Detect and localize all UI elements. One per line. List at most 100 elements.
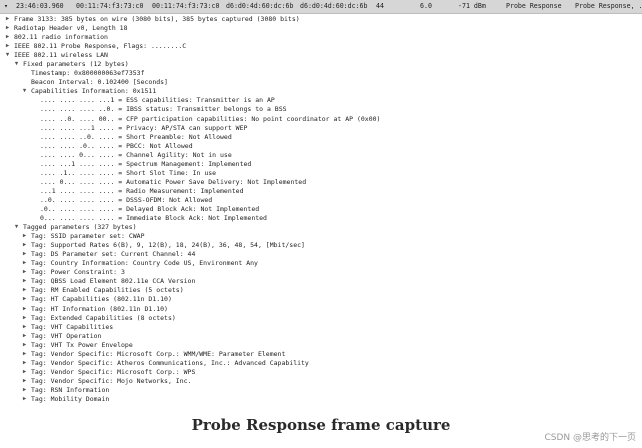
tree-row[interactable]: ▼ Tagged parameters (327 bytes) bbox=[0, 223, 642, 232]
expand-arrow-icon[interactable]: ▶ bbox=[21, 386, 28, 395]
expand-arrow-icon[interactable]: ▶ bbox=[21, 350, 28, 359]
tree-row[interactable]: ▶ Tag: HT Capabilities (802.11n D1.10) bbox=[0, 295, 642, 304]
tree-row[interactable]: ▶ Tag: Vendor Specific: Mojo Networks, In… bbox=[0, 377, 642, 386]
tree-row-label: Tag: Vendor Specific: Microsoft Corp.: W… bbox=[31, 349, 286, 358]
expand-arrow-icon[interactable]: ▶ bbox=[21, 305, 28, 314]
tree-row[interactable]: ▼ IEEE 802.11 wireless LAN bbox=[0, 51, 642, 60]
tree-row[interactable]: ▼ Capabilities Information: 0x1511 bbox=[0, 87, 642, 96]
tree-row[interactable]: ▶ Tag: Vendor Specific: Atheros Communica… bbox=[0, 359, 642, 368]
tree-row-label: .0.. .... .... .... = Delayed Block Ack:… bbox=[40, 204, 260, 213]
collapse-arrow-icon[interactable]: ▼ bbox=[21, 87, 28, 96]
tree-row-label: .... .... .0.. .... = PBCC: Not Allowed bbox=[40, 141, 193, 150]
tree-row[interactable]: ▶ Radiotap Header v0, Length 18 bbox=[0, 24, 642, 33]
tree-row[interactable]: ▶ Tag: HT Information (802.11n D1.10) bbox=[0, 305, 642, 314]
expand-arrow-icon[interactable]: ▶ bbox=[21, 323, 28, 332]
tree-row[interactable]: ▶ Tag: Mobility Domain bbox=[0, 395, 642, 404]
expand-arrow-icon[interactable]: ▶ bbox=[21, 395, 28, 404]
expand-arrow-icon[interactable]: ▶ bbox=[21, 295, 28, 304]
expand-arrow-icon[interactable]: ▶ bbox=[21, 259, 28, 268]
tree-row[interactable]: ...1 .... .... .... = Radio Measurement:… bbox=[0, 187, 642, 196]
tree-row[interactable]: ▶ 802.11 radio information bbox=[0, 33, 642, 42]
tree-row[interactable]: ▶ Tag: QBSS Load Element 802.11e CCA Vers… bbox=[0, 277, 642, 286]
tree-row-label: ...1 .... .... .... = Radio Measurement:… bbox=[40, 186, 244, 195]
tree-row-label: IEEE 802.11 wireless LAN bbox=[14, 51, 108, 60]
tree-row[interactable]: .... .... .0.. .... = PBCC: Not Allowed bbox=[0, 142, 642, 151]
tree-row[interactable]: ▶ Tag: VHT Capabilities bbox=[0, 323, 642, 332]
expand-arrow-icon[interactable]: ▶ bbox=[21, 377, 28, 386]
tree-row[interactable]: Beacon Interval: 0.102400 [Seconds] bbox=[0, 78, 642, 87]
tree-row[interactable]: ▶ Tag: Vendor Specific: Microsoft Corp.: … bbox=[0, 350, 642, 359]
tree-row-label: Tag: Vendor Specific: Microsoft Corp.: W… bbox=[31, 367, 196, 376]
tree-row-label: ..0. .... .... .... = DSSS-OFDM: Not All… bbox=[40, 195, 213, 204]
tree-row-label: Tag: VHT Operation bbox=[31, 331, 102, 340]
tree-row[interactable]: 0... .... .... .... = Immediate Block Ac… bbox=[0, 214, 642, 223]
tree-row-label: .... ..0. .... 00.. = CFP participation … bbox=[40, 114, 381, 123]
packet-list-selected-row[interactable]: ▾ 23:46:03.960 00:11:74:f3:73:c0 00:11:7… bbox=[0, 0, 642, 14]
tree-row-label: Tagged parameters (327 bytes) bbox=[23, 223, 137, 232]
tree-row[interactable]: .0.. .... .... .... = Delayed Block Ack:… bbox=[0, 205, 642, 214]
tree-row[interactable]: .... .... ..0. .... = Short Preamble: No… bbox=[0, 133, 642, 142]
expand-arrow-icon[interactable]: ▶ bbox=[4, 24, 11, 33]
tree-row-label: .... .... ...1 .... = Privacy: AP/STA ca… bbox=[40, 123, 248, 132]
tree-row[interactable]: ▶ Tag: Country Information: Country Code … bbox=[0, 259, 642, 268]
tree-row[interactable]: ▶ Frame 3133: 385 bytes on wire (3080 bit… bbox=[0, 15, 642, 24]
collapse-arrow-icon[interactable]: ▼ bbox=[4, 51, 11, 60]
packet-destination: 00:11:74:f3:73:c0 bbox=[152, 2, 220, 10]
tree-row-label: Tag: HT Information (802.11n D1.10) bbox=[31, 304, 168, 313]
packet-type: Probe Response bbox=[506, 2, 562, 10]
tree-row[interactable]: ▼ Fixed parameters (12 bytes) bbox=[0, 60, 642, 69]
tree-row[interactable]: ▶ Tag: Extended Capabilities (8 octets) bbox=[0, 314, 642, 323]
expand-arrow-icon: ▾ bbox=[4, 2, 8, 10]
tree-row-label: Tag: RSN Information bbox=[31, 385, 110, 394]
tree-row-label: 0... .... .... .... = Immediate Block Ac… bbox=[40, 214, 267, 223]
packet-signal: -71 dBm bbox=[458, 2, 486, 10]
collapse-arrow-icon[interactable]: ▼ bbox=[13, 223, 20, 232]
expand-arrow-icon[interactable]: ▶ bbox=[21, 341, 28, 350]
tree-row[interactable]: ▶ Tag: Vendor Specific: Microsoft Corp.: … bbox=[0, 368, 642, 377]
tree-row[interactable]: ▶ IEEE 802.11 Probe Response, Flags: ....… bbox=[0, 42, 642, 51]
tree-row[interactable]: ▶ Tag: VHT Tx Power Envelope bbox=[0, 341, 642, 350]
expand-arrow-icon[interactable]: ▶ bbox=[4, 33, 11, 42]
tree-row-label: Capabilities Information: 0x1511 bbox=[31, 87, 157, 96]
watermark: CSDN @思考的下一页 bbox=[544, 433, 636, 443]
packet-rate: 6.0 bbox=[420, 2, 432, 10]
packet-channel: 44 bbox=[376, 2, 384, 10]
expand-arrow-icon[interactable]: ▶ bbox=[21, 241, 28, 250]
tree-row[interactable]: ▶ Tag: VHT Operation bbox=[0, 332, 642, 341]
tree-row-label: IEEE 802.11 Probe Response, Flags: .....… bbox=[14, 42, 187, 51]
tree-row[interactable]: Timestamp: 0x800000063ef7353f bbox=[0, 69, 642, 78]
tree-row[interactable]: ▶ Tag: Supported Rates 6(B), 9, 12(B), 18… bbox=[0, 241, 642, 250]
tree-row[interactable]: .... ..0. .... 00.. = CFP participation … bbox=[0, 115, 642, 124]
tree-row[interactable]: ▶ Tag: RM Enabled Capabilities (5 octets) bbox=[0, 286, 642, 295]
tree-row[interactable]: .... 0... .... .... = Automatic Power Sa… bbox=[0, 178, 642, 187]
tree-row-label: Tag: QBSS Load Element 802.11e CCA Versi… bbox=[31, 277, 196, 286]
tree-row[interactable]: ▶ Tag: SSID parameter set: CWAP bbox=[0, 232, 642, 241]
packet-info: Probe Response, ... bbox=[575, 2, 642, 10]
tree-row[interactable]: .... ...1 .... .... = Spectrum Managemen… bbox=[0, 160, 642, 169]
tree-row-label: .... .... 0... .... = Channel Agility: N… bbox=[40, 150, 232, 159]
tree-row[interactable]: .... .... ...1 .... = Privacy: AP/STA ca… bbox=[0, 124, 642, 133]
expand-arrow-icon[interactable]: ▶ bbox=[4, 15, 11, 24]
expand-arrow-icon[interactable]: ▶ bbox=[21, 368, 28, 377]
collapse-arrow-icon[interactable]: ▼ bbox=[13, 60, 20, 69]
expand-arrow-icon[interactable]: ▶ bbox=[21, 250, 28, 259]
tree-row[interactable]: .... .... .... ..0. = IBSS status: Trans… bbox=[0, 105, 642, 114]
tree-row[interactable]: ..0. .... .... .... = DSSS-OFDM: Not All… bbox=[0, 196, 642, 205]
tree-row[interactable]: ▶ Tag: Power Constraint: 3 bbox=[0, 268, 642, 277]
expand-arrow-icon[interactable]: ▶ bbox=[21, 286, 28, 295]
expand-arrow-icon[interactable]: ▶ bbox=[21, 277, 28, 286]
tree-row-label: .... ...1 .... .... = Spectrum Managemen… bbox=[40, 159, 252, 168]
expand-arrow-icon[interactable]: ▶ bbox=[21, 332, 28, 341]
tree-row[interactable]: .... .1.. .... .... = Short Slot Time: I… bbox=[0, 169, 642, 178]
tree-row[interactable]: .... .... 0... .... = Channel Agility: N… bbox=[0, 151, 642, 160]
expand-arrow-icon[interactable]: ▶ bbox=[21, 232, 28, 241]
expand-arrow-icon[interactable]: ▶ bbox=[21, 359, 28, 368]
tree-row[interactable]: .... .... .... ...1 = ESS capabilities: … bbox=[0, 96, 642, 105]
tree-row[interactable]: ▶ Tag: RSN Information bbox=[0, 386, 642, 395]
expand-arrow-icon[interactable]: ▶ bbox=[21, 314, 28, 323]
expand-arrow-icon[interactable]: ▶ bbox=[21, 268, 28, 277]
tree-row-label: Tag: Mobility Domain bbox=[31, 394, 110, 403]
tree-row-label: Tag: VHT Tx Power Envelope bbox=[31, 340, 133, 349]
expand-arrow-icon[interactable]: ▶ bbox=[4, 42, 11, 51]
tree-row[interactable]: ▶ Tag: DS Parameter set: Current Channel:… bbox=[0, 250, 642, 259]
